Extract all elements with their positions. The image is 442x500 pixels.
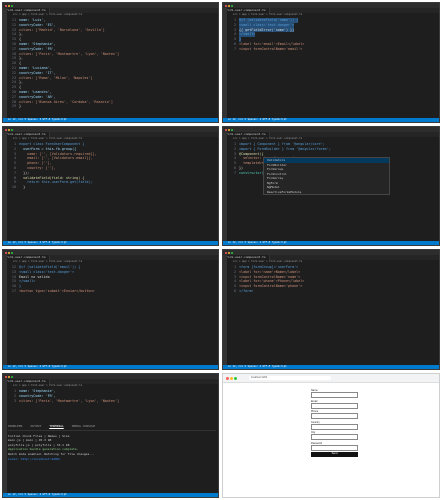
password-field[interactable] [311,444,358,451]
activity-bar [3,132,7,241]
code-line: <input formControlName='email'> [239,46,303,51]
editor-panel-3: form-user.component.ts src > app > form-… [2,126,219,246]
editor-panel-5: form-user.component.ts src > app > form-… [2,249,219,370]
editor-panel-4: form-user.component.ts src > app > form-… [222,126,440,246]
code-line: cities: ['Roma', 'Milan', 'Napoles'] [19,75,93,80]
status-bar: Ln 12, Col 5 Spaces: 2 UTF-8 TypeScript [3,118,218,122]
activity-bar [223,132,227,241]
code-line: </small> [19,279,36,284]
code-line: </small> [239,32,256,38]
editor-panel-2: form-user.component.ts src > app > form-… [222,2,440,123]
code-area[interactable]: 1 <form [formGroup]='userForm'> 2 <label f… [228,265,437,294]
country-field[interactable] [311,423,358,430]
status-bar: Ln 12, Col 5 Spaces: 2 UTF-8 TypeScript [223,118,439,122]
status-bar: Ln 12, Col 5 Spaces: 2 UTF-8 TypeScript [223,365,439,369]
email-field[interactable] [311,402,358,409]
activity-bar [223,255,227,365]
code-area[interactable]: 1 name: 'Stephanie', 2 countryCode: 'FR', … [8,389,216,403]
editor-panel-6: form-user.component.ts src > app > form-… [222,249,440,370]
editor-terminal-panel: form-user.component.ts src > app > form-… [2,373,219,498]
autocomplete-popup[interactable]: Validators FormBuilder FormGroup FormCon… [263,157,390,195]
terminal-tabs: PROBLEMS OUTPUT TERMINAL DEBUG CONSOLE [8,424,216,431]
phone-field[interactable] [311,413,358,419]
terminal-line: Local: http://localhost:4200/ [8,456,61,461]
status-bar: Ln 12, Col 5 Spaces: 2 UTF-8 TypeScript [223,241,439,245]
breadcrumb: src > app > form-user > form-user.compon… [233,260,303,263]
code-line: cities: ['Madrid', 'Barcelona', 'Sevilla… [19,27,105,32]
address-bar[interactable]: localhost:4200 [249,376,331,380]
code-line: cities: ['Buenos Aires', 'Cordoba', 'Ros… [19,99,113,104]
code-line: } [19,104,22,109]
breadcrumb: src > app > form-user > form-user.compon… [13,13,83,16]
city-field[interactable] [311,434,358,440]
code-area[interactable]: 1 export class FormUserComponent { 2 user… [8,142,216,190]
code-area[interactable]: 11 name: 'Luis', 12 countryCode: 'ES', 13 c… [8,18,216,109]
breadcrumb: src > app > form-user > form-user.compon… [233,137,303,140]
activity-bar [223,8,227,118]
editor-panel-1: form-user.component.ts src > app > form-… [2,2,219,123]
code-line: <button type='submit'>Enviar</button> [19,288,95,293]
browser-window: localhost:4200 Name Email Phone Country … [222,373,440,498]
suggestion-item[interactable]: ReactiveFormsModule [264,190,389,195]
breadcrumb: src > app > form-user > form-user.compon… [13,384,83,387]
terminal[interactable]: PROBLEMS OUTPUT TERMINAL DEBUG CONSOLE I… [8,424,216,492]
tab-output[interactable]: OUTPUT [30,424,41,429]
status-bar: Ln 12, Col 5 Spaces: 2 UTF-8 TypeScript [3,493,218,497]
activity-bar [3,379,7,493]
tab-debug-console[interactable]: DEBUG CONSOLE [72,424,95,429]
code-line: cities: ['Paris', 'Montmartre', 'Lyon', … [19,51,120,56]
status-bar: Ln 12, Col 5 Spaces: 2 UTF-8 TypeScript [3,365,218,369]
breadcrumb: src > app > form-user > form-user.compon… [13,260,83,263]
breadcrumb: src > app > form-user > form-user.compon… [13,137,83,140]
code-area[interactable]: 12 @if (validateField('email')) { 13 <smal… [8,265,216,294]
user-form: Name Email Phone Country City Password S… [311,389,358,457]
code-area[interactable]: 1 @if (validateField('name')) { 2 <small c… [228,18,437,52]
code-line: </form> [239,288,254,293]
browser-toolbar: localhost:4200 [223,374,439,383]
activity-bar [3,255,7,365]
tab-problems[interactable]: PROBLEMS [8,424,22,429]
submit-button[interactable]: Send [311,452,358,457]
status-bar: Ln 12, Col 5 Spaces: 2 UTF-8 TypeScript [3,241,218,245]
breadcrumb: src > app > form-user > form-user.compon… [233,13,303,16]
tab-terminal[interactable]: TERMINAL [49,424,63,429]
name-field[interactable] [311,392,358,398]
code-line: cities: ['Paris', 'Montmartre', 'Lyon', … [19,398,120,403]
activity-bar [3,8,7,118]
code-line: return this.userForm.get(field); [19,180,93,185]
code-line: } [19,185,26,190]
